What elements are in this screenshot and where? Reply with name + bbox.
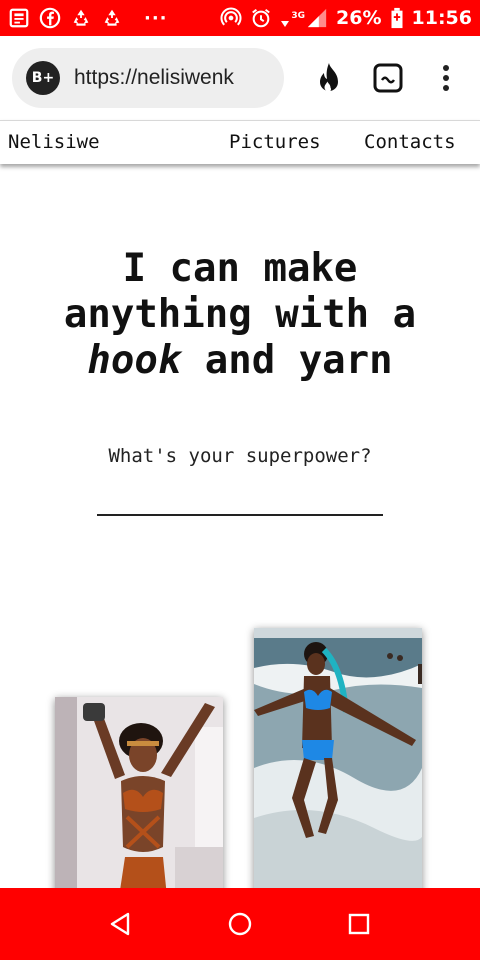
hotspot-icon xyxy=(220,7,242,29)
hero-subtitle: What's your superpower? xyxy=(108,445,372,467)
battery-icon xyxy=(390,7,404,29)
recycle-icon xyxy=(70,7,92,29)
clock: 11:56 xyxy=(411,7,472,29)
address-bar[interactable]: B+ https://nelisiwenk xyxy=(12,48,284,108)
more-dots-icon: ··· xyxy=(144,7,168,29)
photo-crochet-outfit-orange[interactable] xyxy=(55,697,223,897)
hero-title-word-a: a xyxy=(392,292,417,337)
url-text[interactable]: https://nelisiwenk xyxy=(74,66,234,90)
signal-icon xyxy=(306,7,328,29)
status-bar: ··· 3G 26% 11:56 xyxy=(0,0,480,36)
hero-title-rest: and yarn xyxy=(204,338,393,383)
hero-title-italic: hook xyxy=(87,338,182,383)
nav-brand[interactable]: Nelisiwe xyxy=(8,131,100,153)
back-icon[interactable] xyxy=(104,908,136,940)
site-nav: Nelisiwe Pictures Contacts xyxy=(0,120,480,164)
photo-crochet-bikini-beach[interactable] xyxy=(254,628,422,898)
facebook-icon xyxy=(39,7,61,29)
hero-title: I can make anything with a hook and yarn xyxy=(40,246,440,384)
recents-icon[interactable] xyxy=(343,908,375,940)
more-vert-icon[interactable] xyxy=(426,58,466,98)
nav-link-contacts[interactable]: Contacts xyxy=(364,131,456,153)
status-right: 3G 26% 11:56 xyxy=(220,7,472,29)
nav-link-pictures[interactable]: Pictures xyxy=(229,131,321,153)
recycle-icon xyxy=(101,7,123,29)
battery-percent: 26% xyxy=(336,7,382,29)
hero-title-line1: I can make anything with xyxy=(63,246,370,337)
home-icon[interactable] xyxy=(224,908,256,940)
fire-icon[interactable] xyxy=(309,58,349,98)
news-icon xyxy=(8,7,30,29)
site-badge[interactable]: B+ xyxy=(26,61,60,95)
status-left: ··· xyxy=(8,7,168,29)
network-type: 3G xyxy=(291,11,306,21)
alarm-icon xyxy=(250,7,272,29)
chat-icon[interactable] xyxy=(368,58,408,98)
network-group: 3G xyxy=(280,7,328,29)
system-nav-bar xyxy=(0,888,480,960)
browser-toolbar: B+ https://nelisiwenk xyxy=(0,36,480,120)
wifi-icon xyxy=(280,7,290,29)
hero-divider xyxy=(97,514,383,516)
